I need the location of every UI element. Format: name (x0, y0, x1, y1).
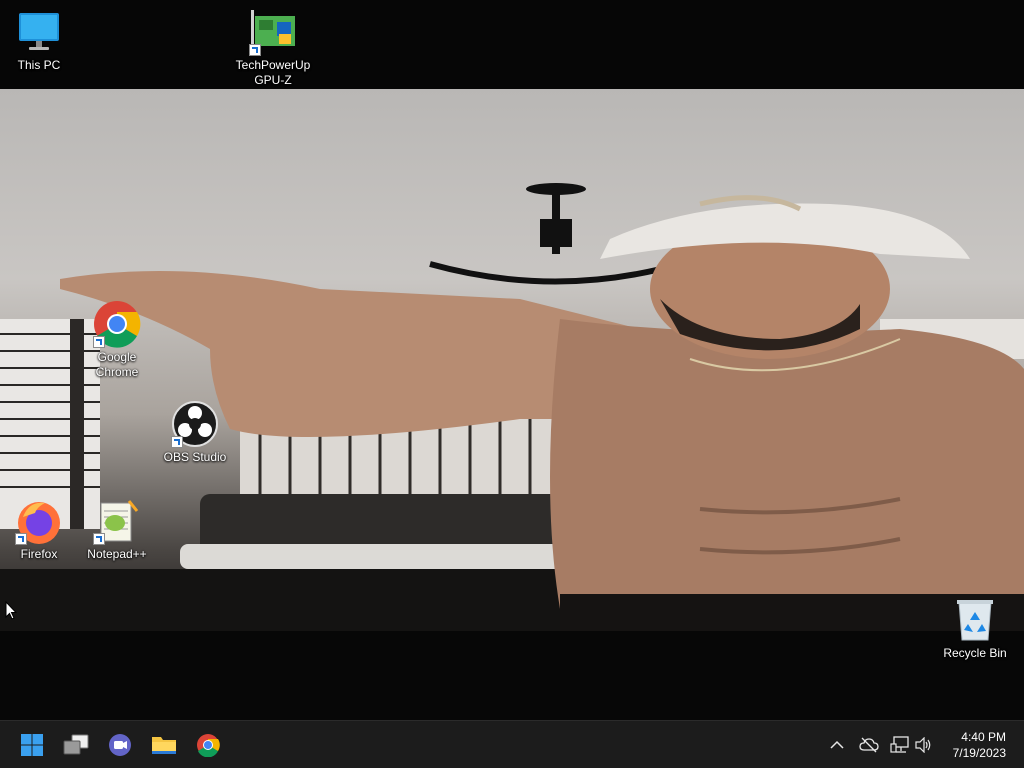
desktop-icon-this-pc[interactable]: This PC (0, 8, 78, 73)
chat-button[interactable] (104, 729, 136, 761)
chrome-taskbar-button[interactable] (192, 729, 224, 761)
clock[interactable]: 4:40 PM 7/19/2023 (953, 729, 1006, 761)
file-explorer-button[interactable] (148, 729, 180, 761)
gpuz-icon (249, 8, 297, 56)
firefox-icon (15, 497, 63, 545)
desktop-background-top (0, 0, 1024, 89)
desktop-icon-label: Recycle Bin (943, 646, 1007, 660)
desktop-icon-label: This PC (17, 58, 61, 72)
folder-icon (152, 737, 176, 754)
shortcut-arrow-icon (15, 533, 27, 545)
show-hidden-icons-button[interactable] (827, 735, 847, 755)
task-view-icon (63, 734, 89, 755)
volume-icon (915, 737, 931, 753)
windows-start-icon (21, 734, 43, 756)
taskbar: 4:40 PM 7/19/2023 (0, 720, 1024, 768)
recycle-bin-icon (951, 596, 999, 644)
notepadpp-icon (93, 497, 141, 545)
start-button[interactable] (16, 729, 48, 761)
desktop-icon-recycle-bin[interactable]: Recycle Bin (936, 596, 1014, 661)
volume-button[interactable] (914, 735, 934, 755)
desktop-icon-google-chrome[interactable]: Google Chrome (78, 300, 156, 380)
clock-date: 7/19/2023 (952, 746, 1006, 760)
network-icon (890, 736, 909, 753)
monitor-icon (15, 8, 63, 56)
chevron-up-icon (830, 740, 844, 749)
teams-chat-icon (109, 734, 131, 756)
cloud-offline-icon (859, 737, 879, 753)
shortcut-arrow-icon (93, 533, 105, 545)
shortcut-arrow-icon (171, 436, 183, 448)
clock-time: 4:40 PM (961, 730, 1006, 744)
task-view-button[interactable] (60, 729, 92, 761)
desktop-icon-obs-studio[interactable]: OBS Studio (156, 400, 234, 465)
onedrive-button[interactable] (859, 735, 879, 755)
desktop-icon-notepad-plus-plus[interactable]: Notepad++ (78, 497, 156, 562)
shortcut-arrow-icon (249, 44, 261, 56)
desktop-icon-label: OBS Studio (163, 450, 227, 464)
desktop-icon-firefox[interactable]: Firefox (0, 497, 78, 562)
desktop-icon-label: Google Chrome (95, 350, 139, 379)
mouse-cursor-icon (5, 600, 18, 626)
shortcut-arrow-icon (93, 336, 105, 348)
desktop-icon-label: Notepad++ (87, 547, 147, 561)
desktop-icon-label: TechPowerUp GPU-Z (235, 58, 311, 87)
chrome-icon (197, 734, 220, 757)
desktop-background-bottom (0, 631, 1024, 720)
chrome-icon (93, 300, 141, 348)
desktop-icon-gpu-z[interactable]: TechPowerUp GPU-Z (234, 8, 312, 88)
network-button[interactable] (890, 735, 910, 755)
obs-icon (171, 400, 219, 448)
desktop-icon-label: Firefox (20, 547, 58, 561)
